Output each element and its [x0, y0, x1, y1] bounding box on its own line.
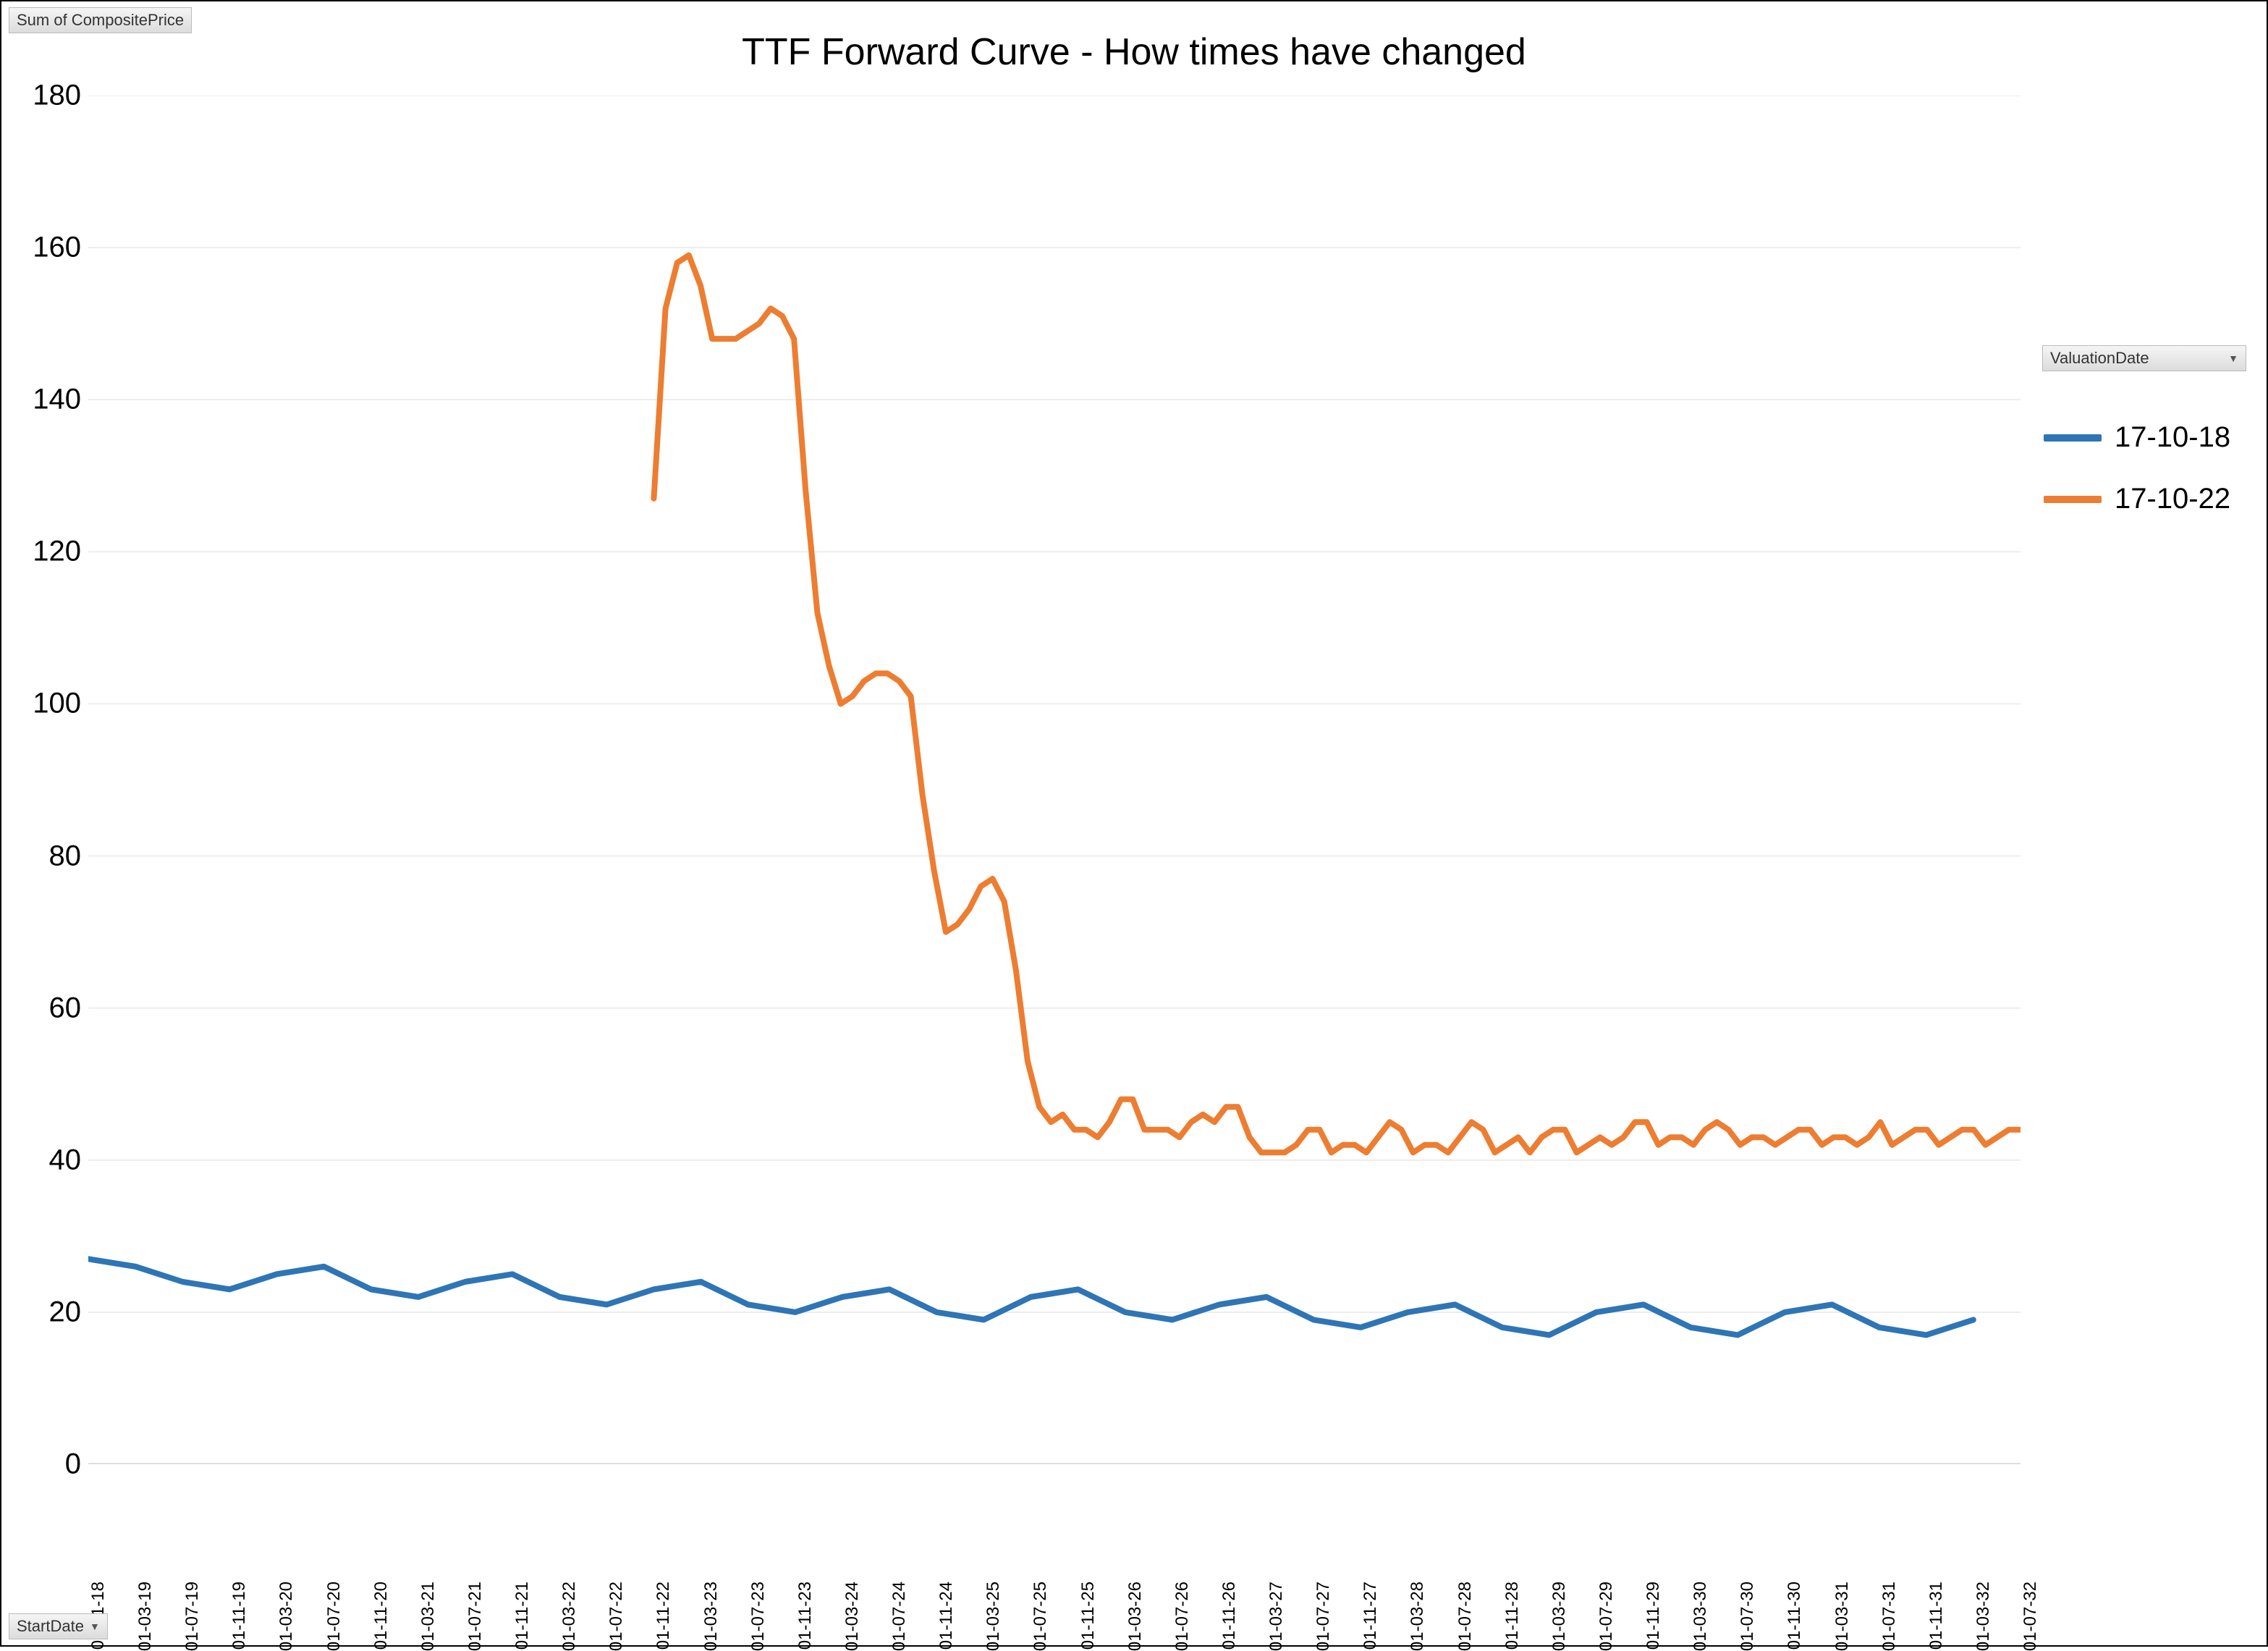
x-tick-label: 01-07-21: [465, 1582, 486, 1651]
y-tick-label: 60: [49, 992, 82, 1024]
legend-label-2: 17-10-22: [2115, 483, 2230, 515]
legend-label-1: 17-10-18: [2115, 421, 2230, 454]
legend-swatch-2: [2044, 496, 2102, 503]
x-tick-label: 01-03-23: [701, 1582, 722, 1651]
x-tick-label: 01-07-22: [606, 1582, 627, 1651]
x-tick-label: 01-11-19: [229, 1582, 250, 1650]
x-tick-label: 01-11-26: [1219, 1582, 1240, 1650]
pivot-y-field-label: Sum of CompositePrice: [17, 11, 184, 30]
y-tick-label: 120: [33, 536, 81, 568]
pivot-y-field-button[interactable]: Sum of CompositePrice: [9, 7, 192, 33]
x-tick-label: 01-11-21: [512, 1582, 533, 1650]
x-tick-label: 01-11-27: [1361, 1582, 1381, 1650]
x-tick-label: 01-11-24: [936, 1582, 957, 1650]
x-tick-label: 01-11-20: [371, 1582, 392, 1650]
x-tick-label: 01-03-32: [1973, 1582, 1994, 1651]
x-tick-label: 01-03-29: [1549, 1582, 1570, 1651]
y-tick-label: 140: [33, 384, 81, 416]
x-tick-label: 01-03-30: [1691, 1582, 1711, 1651]
legend-item-1[interactable]: 17-10-18: [2044, 421, 2246, 454]
x-tick-label: 01-07-27: [1313, 1582, 1334, 1651]
y-tick-label: 80: [49, 840, 82, 872]
pivot-x-field-label: StartDate: [17, 1617, 84, 1636]
x-tick-label: 01-11-25: [1078, 1582, 1099, 1650]
x-tick-label: 01-07-32: [2021, 1582, 2041, 1651]
y-tick-label: 180: [33, 80, 81, 112]
x-tick-label: 01-07-24: [889, 1582, 910, 1651]
x-tick-label: 01-03-27: [1266, 1582, 1287, 1651]
chart-frame: Sum of CompositePrice TTF Forward Curve …: [0, 0, 2268, 1647]
y-tick-label: 40: [49, 1144, 82, 1176]
y-axis-ticks: 020406080100120140160180: [23, 96, 81, 1464]
y-tick-label: 100: [33, 688, 81, 720]
legend: 17-10-18 17-10-22: [2044, 392, 2246, 544]
x-tick-label: 01-11-28: [1502, 1582, 1523, 1650]
x-tick-label: 01-11-31: [1926, 1582, 1947, 1650]
chevron-down-icon: ▼: [90, 1621, 100, 1632]
x-tick-label: 01-07-29: [1596, 1582, 1617, 1651]
x-tick-label: 01-03-19: [135, 1582, 156, 1651]
x-tick-label: 01-11-29: [1643, 1582, 1664, 1650]
plot-svg: [88, 96, 2021, 1464]
pivot-x-field-button[interactable]: StartDate ▼: [9, 1613, 108, 1639]
x-tick-label: 01-07-20: [324, 1582, 344, 1651]
x-axis-ticks: 01-11-1801-03-1901-07-1901-11-1901-03-20…: [88, 1471, 2021, 1602]
x-tick-label: 01-11-22: [653, 1582, 674, 1650]
x-tick-label: 01-07-23: [748, 1582, 769, 1651]
x-tick-label: 01-07-25: [1031, 1582, 1051, 1651]
series-line-17-10-18: [88, 1259, 1973, 1335]
x-tick-label: 01-03-21: [418, 1582, 439, 1651]
x-tick-label: 01-03-25: [983, 1582, 1004, 1651]
chevron-down-icon: ▼: [2228, 352, 2238, 364]
plot-area: [88, 96, 2021, 1464]
x-tick-label: 01-07-31: [1879, 1582, 1900, 1651]
x-tick-label: 01-03-20: [276, 1582, 297, 1651]
x-tick-label: 01-11-23: [795, 1582, 816, 1650]
pivot-legend-field-button[interactable]: ValuationDate ▼: [2042, 345, 2246, 371]
x-tick-label: 01-03-31: [1832, 1582, 1853, 1651]
y-tick-label: 0: [65, 1448, 81, 1481]
legend-item-2[interactable]: 17-10-22: [2044, 483, 2246, 515]
x-tick-label: 01-07-19: [182, 1582, 203, 1651]
legend-swatch-1: [2044, 434, 2102, 442]
y-tick-label: 160: [33, 232, 81, 264]
x-tick-label: 01-03-26: [1125, 1582, 1146, 1651]
x-tick-label: 01-07-28: [1455, 1582, 1476, 1651]
x-tick-label: 01-03-28: [1408, 1582, 1428, 1651]
x-tick-label: 01-11-30: [1785, 1582, 1805, 1650]
x-tick-label: 01-07-26: [1172, 1582, 1193, 1651]
y-tick-label: 20: [49, 1296, 82, 1328]
x-tick-label: 01-07-30: [1738, 1582, 1758, 1651]
chart-title: TTF Forward Curve - How times have chang…: [1, 30, 2267, 74]
x-tick-label: 01-03-24: [842, 1582, 863, 1651]
x-tick-label: 01-03-22: [559, 1582, 580, 1651]
pivot-legend-field-label: ValuationDate: [2050, 349, 2149, 368]
